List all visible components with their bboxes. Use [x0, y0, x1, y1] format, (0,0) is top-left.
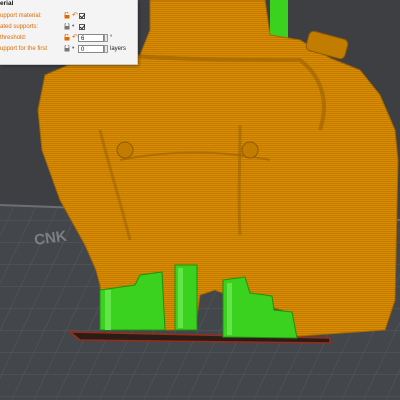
reset-icon[interactable]: ↶: [72, 12, 78, 20]
enforce-support-layers-spinner[interactable]: [104, 45, 108, 53]
unlocked-lock-icon[interactable]: [64, 34, 70, 41]
overhang-threshold-label: threshold:: [0, 35, 27, 41]
lock-icon[interactable]: [64, 45, 70, 52]
enforce-support-layers-input[interactable]: 0: [78, 45, 104, 53]
overhang-threshold-spinner[interactable]: [104, 34, 108, 42]
overhang-threshold-row: threshold: ↶ 6 °: [0, 34, 136, 43]
auto-supports-checkbox[interactable]: [79, 24, 85, 30]
support-highlight: [178, 268, 183, 328]
support-settings-panel: erial upport material: ↶ ated supports: …: [0, 0, 138, 65]
support-material-row: upport material: ↶: [0, 12, 136, 21]
buckle: [116, 141, 134, 159]
support-material-label: upport material:: [0, 13, 42, 19]
support-material-checkbox[interactable]: [79, 13, 85, 19]
strap-detail: [237, 124, 242, 236]
support-highlight: [105, 290, 111, 330]
auto-supports-row: ated supports: •: [0, 23, 136, 32]
dot-icon: •: [72, 23, 75, 30]
overhang-threshold-input[interactable]: 6: [78, 34, 104, 42]
buckle: [241, 141, 259, 159]
auto-supports-label: ated supports:: [0, 24, 39, 30]
support-highlight: [227, 283, 232, 335]
reset-icon[interactable]: ↶: [72, 34, 78, 42]
enforce-support-label: upport for the first: [0, 46, 48, 52]
dot-icon: •: [72, 45, 75, 52]
overhang-threshold-unit: °: [110, 35, 113, 41]
enforce-support-layers-unit: layers: [110, 46, 127, 52]
support-rod-top: [270, 0, 288, 40]
enforce-support-row: upport for the first • 0 layers: [0, 45, 136, 54]
lock-icon[interactable]: [64, 23, 70, 30]
unlocked-lock-icon[interactable]: [64, 12, 70, 19]
panel-title: erial: [0, 0, 14, 7]
